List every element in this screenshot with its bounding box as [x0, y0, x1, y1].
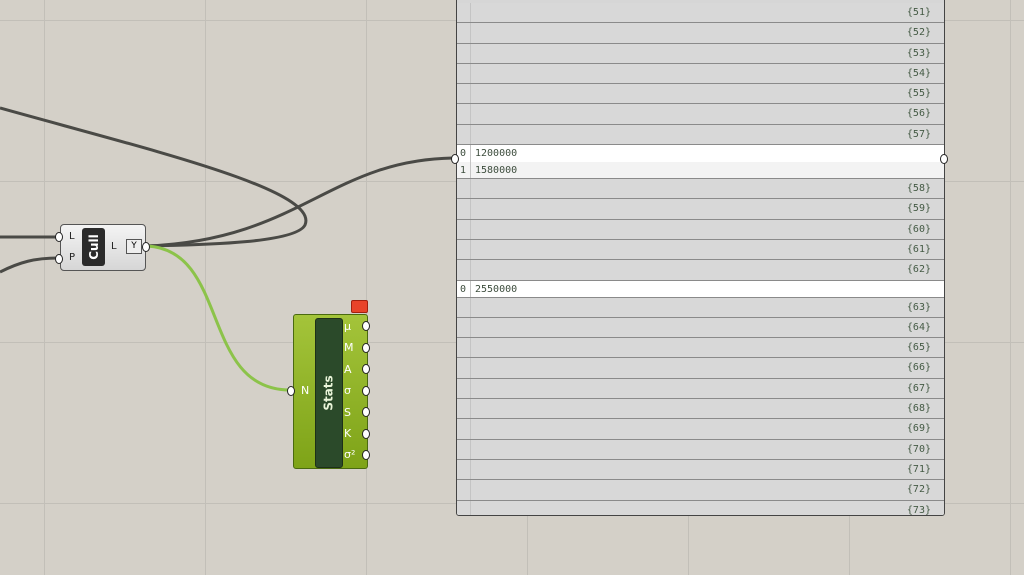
- cull-input-port-l[interactable]: [55, 232, 63, 242]
- stats-output-port[interactable]: [362, 450, 370, 460]
- branch-path: {63}: [906, 301, 931, 313]
- wire-upper: [0, 106, 308, 248]
- stats-input-n: N: [301, 384, 310, 397]
- panel-branch-row: {63}: [457, 297, 944, 318]
- stats-component[interactable]: N Stats μ M A σ S K σ²: [293, 314, 368, 469]
- stats-output-port[interactable]: [362, 429, 370, 439]
- panel-branch-row: {67}: [457, 378, 944, 400]
- branch-path: {61}: [906, 243, 931, 255]
- panel-branch-row: {54}: [457, 63, 944, 85]
- panel-data-tree[interactable]: {51} {52} {53} {54} {55} {56} {57} 0 1200000 1 158…: [457, 3, 944, 516]
- panel-branch-row: {60}: [457, 219, 944, 240]
- stats-input-port[interactable]: [287, 386, 295, 396]
- warning-balloon-icon[interactable]: [351, 300, 368, 313]
- panel-component[interactable]: {51} {52} {53} {54} {55} {56} {57} 0 1200000 1 158…: [456, 0, 945, 516]
- stats-output-port[interactable]: [362, 386, 370, 396]
- panel-branch-row: {68}: [457, 399, 944, 420]
- stats-output-port[interactable]: [362, 343, 370, 353]
- wire-cull-to-stats: [146, 244, 291, 392]
- branch-path: {64}: [906, 321, 931, 333]
- panel-output-port[interactable]: [940, 154, 948, 164]
- cull-title: Cull: [82, 228, 105, 266]
- branch-path: {53}: [906, 47, 931, 59]
- item-index: 0: [460, 148, 467, 160]
- panel-branch-row: {58}: [457, 179, 944, 200]
- panel-item-row: 1 1580000: [457, 162, 944, 180]
- panel-branch-row: {65}: [457, 338, 944, 359]
- panel-branch-row: {56}: [457, 104, 944, 125]
- cull-component[interactable]: L P Cull L Y: [60, 224, 146, 271]
- panel-branch-row: {69}: [457, 419, 944, 440]
- stats-title: Stats: [315, 318, 343, 468]
- stats-output-average: A: [344, 363, 352, 376]
- stats-output-port[interactable]: [362, 364, 370, 374]
- wire-to-cull-p: [0, 256, 59, 274]
- branch-path: {54}: [906, 67, 931, 79]
- cull-input-l: L: [69, 231, 75, 242]
- branch-path: {52}: [906, 27, 931, 39]
- wire-cull-to-panel: [146, 156, 454, 248]
- stats-output-median: M: [344, 341, 354, 354]
- panel-branch-row: {72}: [457, 480, 944, 501]
- branch-path: {55}: [906, 88, 931, 100]
- stats-output-s: S: [344, 406, 351, 419]
- stats-output-port[interactable]: [362, 321, 370, 331]
- panel-input-port[interactable]: [451, 154, 459, 164]
- graft-flag-icon: Y: [126, 239, 142, 254]
- panel-branch-row: {64}: [457, 317, 944, 339]
- branch-path: {71}: [906, 463, 931, 475]
- panel-item-row: 0 2550000: [457, 280, 944, 298]
- panel-branch-row: {61}: [457, 239, 944, 261]
- branch-path: {66}: [906, 362, 931, 374]
- panel-branch-row: {70}: [457, 439, 944, 460]
- item-value: 2550000: [475, 283, 518, 295]
- branch-path: {68}: [906, 403, 931, 415]
- item-value: 1200000: [475, 148, 518, 160]
- branch-path: {72}: [906, 484, 931, 496]
- item-index: 0: [460, 283, 467, 295]
- panel-branch-row: {71}: [457, 459, 944, 481]
- stats-output-port[interactable]: [362, 407, 370, 417]
- cull-input-port-p[interactable]: [55, 254, 63, 264]
- branch-path: {69}: [906, 423, 931, 435]
- branch-path: {60}: [906, 223, 931, 235]
- panel-branch-row: {62}: [457, 260, 944, 281]
- cull-output-l: L: [111, 241, 117, 252]
- panel-branch-row: {73}: [457, 500, 944, 516]
- item-index: 1: [460, 165, 467, 177]
- panel-branch-row: {59}: [457, 199, 944, 220]
- panel-branch-row: {66}: [457, 358, 944, 379]
- cull-input-p: P: [69, 252, 76, 263]
- branch-path: {58}: [906, 183, 931, 195]
- branch-path: {59}: [906, 203, 931, 215]
- panel-branch-row: {51}: [457, 3, 944, 24]
- branch-path: {57}: [906, 128, 931, 140]
- panel-branch-row: {52}: [457, 23, 944, 44]
- branch-path: {51}: [906, 7, 931, 18]
- panel-branch-row: {53}: [457, 43, 944, 64]
- stats-output-k: K: [344, 427, 352, 440]
- stats-output-mean: μ: [344, 320, 351, 333]
- branch-path: {73}: [906, 504, 931, 516]
- item-value: 1580000: [475, 165, 518, 177]
- branch-path: {70}: [906, 443, 931, 455]
- branch-path: {67}: [906, 382, 931, 394]
- branch-path: {65}: [906, 342, 931, 354]
- panel-branch-row: {55}: [457, 84, 944, 105]
- stats-output-stddev: σ: [344, 384, 351, 397]
- branch-path: {56}: [906, 108, 931, 120]
- cull-output-port[interactable]: [142, 242, 150, 252]
- stats-output-variance: σ²: [344, 448, 356, 461]
- panel-item-row: 0 1200000: [457, 145, 944, 163]
- branch-path: {62}: [906, 264, 931, 276]
- panel-branch-row: {57}: [457, 124, 944, 146]
